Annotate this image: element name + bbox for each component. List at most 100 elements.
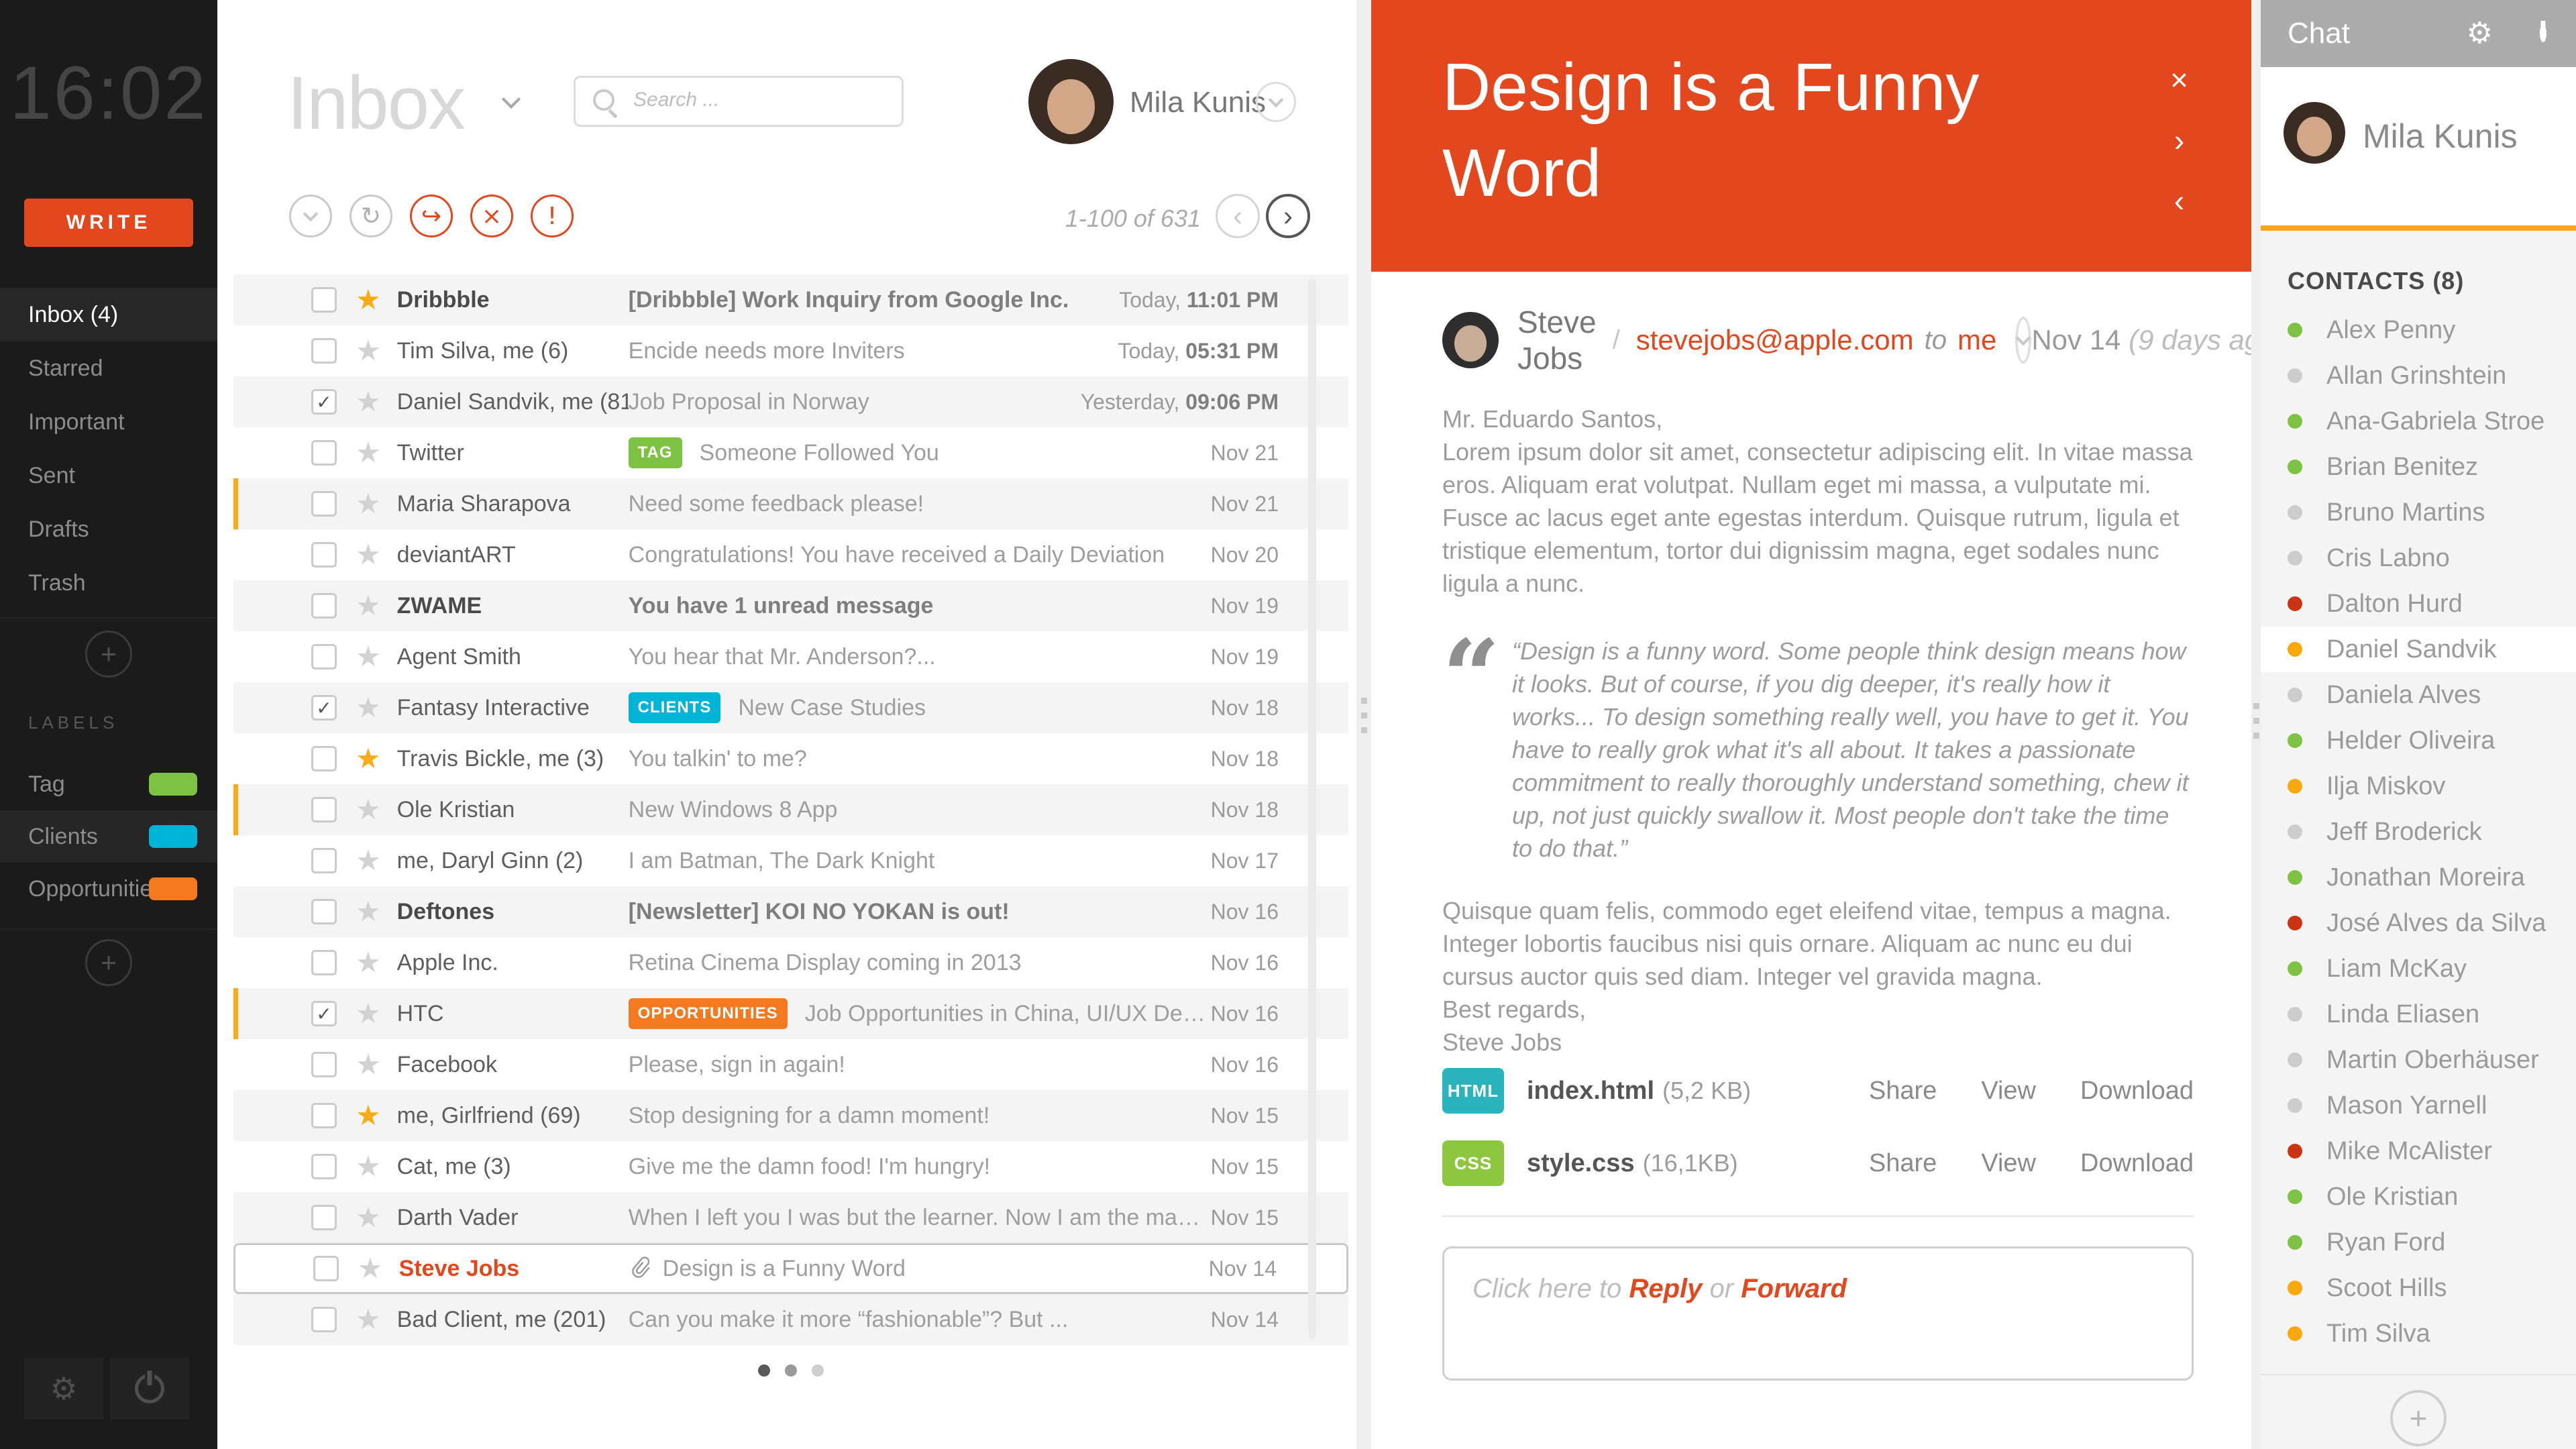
- email-row[interactable]: ✓ ★ HTC OPPORTUNITIES Job Opportunities in C…: [233, 988, 1348, 1039]
- email-checkbox[interactable]: [311, 542, 337, 568]
- user-avatar[interactable]: [1028, 59, 1114, 144]
- star-icon[interactable]: ★: [356, 1203, 381, 1232]
- to-recipient[interactable]: me: [1957, 324, 1996, 356]
- contact-row[interactable]: Bruno Martins: [2261, 490, 2576, 535]
- page-dot[interactable]: [758, 1364, 770, 1377]
- sidebar-item-important[interactable]: Important: [0, 395, 217, 449]
- email-checkbox[interactable]: [311, 1205, 337, 1230]
- close-icon[interactable]: ×: [2170, 64, 2188, 95]
- star-icon[interactable]: ★: [356, 898, 381, 926]
- prev-page-button[interactable]: ‹: [1216, 194, 1260, 238]
- email-checkbox[interactable]: [311, 644, 337, 669]
- chat-user-avatar[interactable]: [2284, 102, 2345, 164]
- email-row[interactable]: ★ Deftones [Newsletter] KOI NO YOKAN is ou…: [233, 886, 1348, 937]
- forward-button[interactable]: ↪: [410, 195, 453, 237]
- search-input[interactable]: [632, 78, 890, 122]
- add-contact-button[interactable]: +: [2390, 1390, 2447, 1446]
- email-checkbox[interactable]: [313, 1256, 339, 1281]
- sidebar-label-tag[interactable]: Tag: [0, 758, 217, 810]
- star-icon[interactable]: ★: [356, 847, 381, 875]
- contact-row[interactable]: Scoot Hills: [2261, 1265, 2576, 1311]
- email-checkbox[interactable]: [311, 797, 337, 822]
- contact-row[interactable]: Mason Yarnell: [2261, 1083, 2576, 1128]
- email-checkbox[interactable]: [311, 440, 337, 466]
- contact-row[interactable]: Ana-Gabriela Stroe: [2261, 398, 2576, 444]
- star-icon[interactable]: ★: [356, 1102, 381, 1130]
- scrollbar[interactable]: [1308, 278, 1316, 1338]
- sidebar-item-starred[interactable]: Starred: [0, 341, 217, 395]
- email-row[interactable]: ★ me, Daryl Ginn (2) I am Batman, The Dark…: [233, 835, 1348, 886]
- reply-link[interactable]: Reply: [1629, 1274, 1702, 1303]
- email-checkbox[interactable]: ✓: [311, 389, 337, 415]
- chat-logout-icon[interactable]: [2540, 24, 2546, 42]
- star-icon[interactable]: ★: [356, 388, 381, 416]
- next-message-icon[interactable]: ›: [2174, 125, 2184, 156]
- view-link[interactable]: View: [1981, 1149, 2036, 1178]
- share-link[interactable]: Share: [1869, 1077, 1937, 1106]
- prev-message-icon[interactable]: ‹: [2174, 185, 2184, 216]
- email-checkbox[interactable]: [311, 491, 337, 517]
- email-checkbox[interactable]: [311, 287, 337, 313]
- star-icon[interactable]: ★: [358, 1254, 383, 1283]
- star-icon[interactable]: ★: [356, 337, 381, 365]
- add-folder-button[interactable]: +: [85, 631, 132, 678]
- delete-button[interactable]: ×: [470, 195, 513, 237]
- contact-row[interactable]: Daniela Alves: [2261, 672, 2576, 718]
- star-icon[interactable]: ★: [356, 694, 381, 722]
- sidebar-item-sent[interactable]: Sent: [0, 449, 217, 502]
- contact-row[interactable]: Mike McAlister: [2261, 1128, 2576, 1174]
- contact-row[interactable]: Ole Kristian: [2261, 1174, 2576, 1220]
- sidebar-item-drafts[interactable]: Drafts: [0, 502, 217, 556]
- list-resize-handle[interactable]: [1361, 698, 1367, 704]
- next-page-button[interactable]: ›: [1266, 194, 1310, 238]
- email-checkbox[interactable]: [311, 746, 337, 771]
- email-row[interactable]: ★ Twitter TAG Someone Followed You Nov 21: [233, 427, 1348, 478]
- star-icon[interactable]: ★: [356, 1305, 381, 1334]
- contact-row[interactable]: Alex Penny: [2261, 307, 2576, 353]
- share-link[interactable]: Share: [1869, 1149, 1937, 1178]
- contact-row[interactable]: Jonathan Moreira: [2261, 855, 2576, 900]
- email-row[interactable]: ✓ ★ Fantasy Interactive CLIENTS New Case Stu…: [233, 682, 1348, 733]
- star-icon[interactable]: ★: [356, 643, 381, 671]
- contact-row[interactable]: Daniel Sandvik: [2261, 627, 2576, 672]
- star-icon[interactable]: ★: [356, 592, 381, 620]
- contact-row[interactable]: Ilja Miskov: [2261, 763, 2576, 809]
- sidebar-item-inbox[interactable]: Inbox (4): [0, 288, 217, 341]
- write-button[interactable]: WRITE: [24, 199, 193, 247]
- message-details-button[interactable]: [2015, 317, 2032, 364]
- forward-link[interactable]: Forward: [1741, 1274, 1847, 1303]
- email-row[interactable]: ★ ZWAME You have 1 unread message Nov 19: [233, 580, 1348, 631]
- email-checkbox[interactable]: [311, 899, 337, 924]
- email-row[interactable]: ★ Bad Client, me (201) Can you make it mor…: [233, 1294, 1348, 1345]
- email-row[interactable]: ★ Darth Vader When I left you I was but th…: [233, 1192, 1348, 1243]
- contact-row[interactable]: Linda Eliasen: [2261, 991, 2576, 1037]
- contact-row[interactable]: José Alves da Silva: [2261, 900, 2576, 946]
- contact-row[interactable]: Martin Oberhäuser: [2261, 1037, 2576, 1083]
- email-checkbox[interactable]: [311, 950, 337, 975]
- sender-avatar[interactable]: [1442, 312, 1499, 368]
- star-icon[interactable]: ★: [356, 949, 381, 977]
- download-link[interactable]: Download: [2080, 1077, 2194, 1106]
- contact-row[interactable]: Liam McKay: [2261, 946, 2576, 991]
- page-dot[interactable]: [785, 1364, 797, 1377]
- contact-row[interactable]: Brian Benitez: [2261, 444, 2576, 490]
- email-row[interactable]: ✓ ★ Daniel Sandvik, me (81) Job Proposal in…: [233, 376, 1348, 427]
- email-row[interactable]: ★ deviantART Congratulations! You have rec…: [233, 529, 1348, 580]
- star-icon[interactable]: ★: [356, 745, 381, 773]
- email-row[interactable]: ★ Dribbble [Dribbble] Work Inquiry from Go…: [233, 274, 1348, 325]
- email-checkbox[interactable]: [311, 593, 337, 619]
- add-label-button[interactable]: +: [85, 939, 132, 986]
- chat-settings-icon[interactable]: ⚙: [2467, 19, 2493, 48]
- email-checkbox[interactable]: [311, 1103, 337, 1128]
- contact-row[interactable]: Dalton Hurd: [2261, 581, 2576, 627]
- email-row[interactable]: ★ Tim Silva, me (6) Encide needs more Invi…: [233, 325, 1348, 376]
- contact-row[interactable]: Tim Silva: [2261, 1311, 2576, 1356]
- star-icon[interactable]: ★: [356, 1152, 381, 1181]
- email-checkbox[interactable]: [311, 1154, 337, 1179]
- email-checkbox[interactable]: [311, 1307, 337, 1332]
- sidebar-label-clients[interactable]: Clients: [0, 810, 217, 863]
- settings-button[interactable]: ⚙: [24, 1358, 103, 1419]
- email-checkbox[interactable]: [311, 848, 337, 873]
- page-dot[interactable]: [812, 1364, 824, 1377]
- email-row[interactable]: ★ Agent Smith You hear that Mr. Anderson?.…: [233, 631, 1348, 682]
